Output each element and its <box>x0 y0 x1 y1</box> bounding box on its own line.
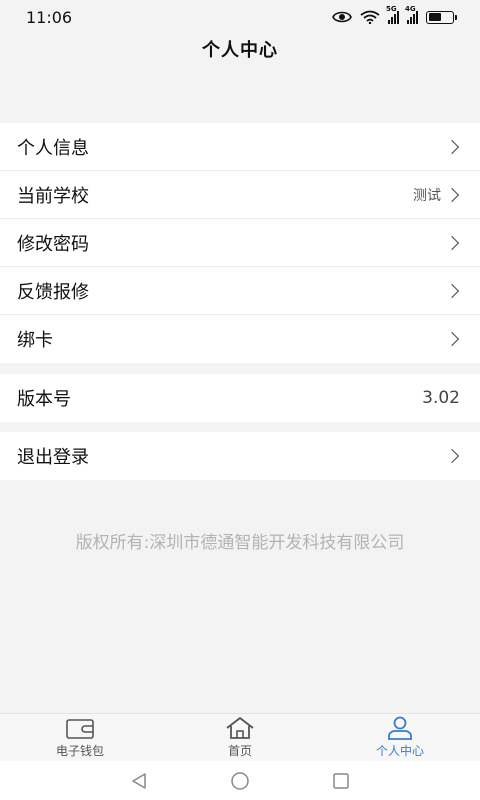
personal-info-label: 个人信息 <box>17 137 89 159</box>
feedback-repair-label: 反馈报修 <box>17 281 89 303</box>
tab-wallet-label: 电子钱包 <box>55 744 104 758</box>
change-password-label: 修改密码 <box>17 233 89 255</box>
current-school-row[interactable]: 当前学校 测试 <box>0 171 480 219</box>
logout-label: 退出登录 <box>17 447 89 468</box>
copyright-text: 版权所有:深圳市德通智能开发科技有限公司 <box>75 533 405 553</box>
version-row: 版本号 3.02 <box>0 374 480 422</box>
chevron-right-icon <box>444 235 460 250</box>
system-nav-bar <box>0 761 480 800</box>
bind-card-row[interactable]: 绑卡 <box>0 315 480 363</box>
tab-profile-label: 个人中心 <box>375 744 424 758</box>
version-value: 3.02 <box>422 388 460 408</box>
version-group: 版本号 3.02 <box>0 374 480 422</box>
tab-bar: 电子钱包 首页 个人中心 <box>0 713 480 761</box>
chevron-right-icon <box>444 139 460 154</box>
tab-home[interactable]: 首页 <box>160 714 320 761</box>
status-time: 11:06 <box>26 7 73 27</box>
personal-info-row[interactable]: 个人信息 <box>0 123 480 171</box>
home-circle-icon[interactable] <box>230 771 250 791</box>
person-icon <box>388 716 412 740</box>
signal-icon: 5G <box>386 5 399 24</box>
current-school-value: 测试 <box>413 187 441 204</box>
logout-group: 退出登录 <box>0 432 480 480</box>
tab-wallet[interactable]: 电子钱包 <box>0 714 160 761</box>
current-school-label: 当前学校 <box>17 185 89 207</box>
logout-row[interactable]: 退出登录 <box>0 432 480 480</box>
chevron-right-icon <box>444 283 460 298</box>
back-icon[interactable] <box>130 772 148 790</box>
feedback-repair-row[interactable]: 反馈报修 <box>0 267 480 315</box>
change-password-row[interactable]: 修改密码 <box>0 219 480 267</box>
bind-card-label: 绑卡 <box>17 330 53 351</box>
status-icons: 5G 4G <box>332 5 457 24</box>
menu-group: 个人信息 当前学校 测试 修改密码 反馈报修 绑卡 <box>0 123 480 363</box>
recents-icon[interactable] <box>332 772 350 790</box>
wallet-icon <box>66 719 94 739</box>
tab-home-label: 首页 <box>227 744 252 758</box>
page-title: 个人中心 <box>202 40 278 61</box>
network-type-2: 4G <box>405 5 416 13</box>
chevron-right-icon <box>444 187 460 202</box>
network-type-1: 5G <box>386 5 397 13</box>
tab-profile[interactable]: 个人中心 <box>320 714 480 761</box>
chevron-right-icon <box>444 331 460 347</box>
eye-icon <box>332 11 352 23</box>
wifi-icon <box>360 10 380 24</box>
battery-icon <box>426 10 457 24</box>
version-label: 版本号 <box>17 389 71 410</box>
home-icon <box>226 717 254 739</box>
battery-fill <box>428 13 442 21</box>
status-bar: 11:06 5G 4G <box>0 0 480 34</box>
chevron-right-icon <box>444 448 460 464</box>
signal-icon: 4G <box>405 5 418 24</box>
